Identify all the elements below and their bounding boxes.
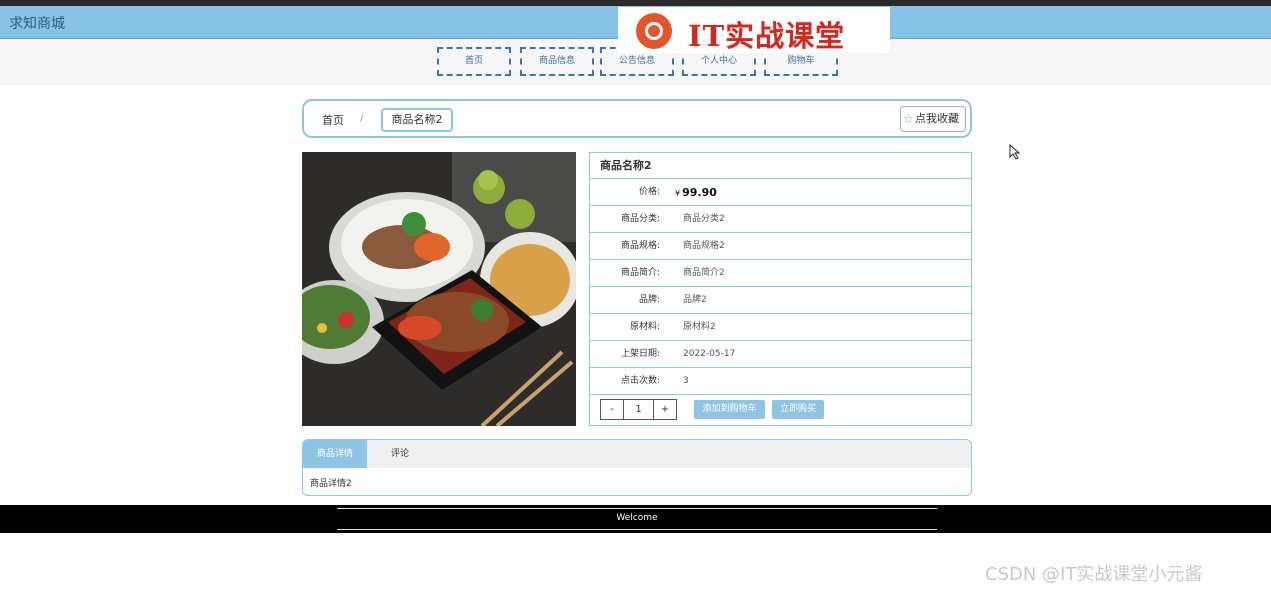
breadcrumb-current: 商品名称2 (381, 108, 453, 132)
info-row: 品牌: 品牌2 (590, 287, 971, 314)
quantity-input[interactable]: 1 (624, 400, 653, 419)
detail-tabs: 商品详情 评论 商品详情2 (302, 439, 972, 496)
info-label: 商品分类: (620, 214, 660, 224)
tab-content: 商品详情2 (310, 479, 352, 489)
breadcrumb-separator: / (360, 113, 364, 124)
quantity-decrease-button[interactable]: - (601, 400, 624, 419)
info-row: 上架日期: 2022-05-17 (590, 341, 971, 368)
site-title[interactable]: 求知商城 (9, 13, 65, 33)
info-value: 原材料2 (683, 322, 716, 332)
info-label: 商品规格: (620, 241, 660, 251)
info-row: 点击次数: 3 (590, 368, 971, 395)
mouse-cursor-icon (1009, 144, 1021, 160)
add-to-cart-button[interactable]: 添加到购物车 (694, 400, 765, 419)
info-label: 上架日期: (620, 349, 660, 359)
star-icon: ☆ (903, 112, 914, 126)
price-row: 价格: ¥99.90 (590, 179, 971, 206)
price-amount: 99.90 (682, 186, 717, 199)
product-info-table: 商品名称2 价格: ¥99.90 商品分类: 商品分类2 商品规格: 商品规格2… (589, 152, 972, 426)
info-label: 原材料: (629, 322, 660, 332)
footer-divider (337, 529, 937, 530)
product-title: 商品名称2 (590, 153, 971, 179)
info-row: 商品分类: 商品分类2 (590, 206, 971, 233)
info-value: 商品规格2 (683, 241, 725, 251)
tab-comments[interactable]: 评论 (391, 440, 409, 468)
product-image (302, 152, 576, 426)
nav-item-products[interactable]: 商品信息 (520, 47, 594, 76)
quantity-stepper: - 1 + (600, 399, 677, 420)
csdn-watermark: CSDN @IT实战课堂小元酱 (985, 564, 1203, 585)
buy-now-button[interactable]: 立即购买 (772, 400, 824, 419)
info-label: 商品简介: (620, 268, 660, 278)
currency-symbol: ¥ (675, 189, 681, 198)
favorite-label: 点我收藏 (915, 112, 959, 125)
favorite-button[interactable]: ☆ 点我收藏 (900, 106, 966, 132)
breadcrumb-home[interactable]: 首页 (322, 112, 344, 128)
info-row: 原材料: 原材料2 (590, 314, 971, 341)
tabs-bar: 商品详情 评论 (303, 440, 971, 468)
info-value: 2022-05-17 (683, 349, 736, 359)
footer-divider (337, 508, 937, 509)
tab-product-details[interactable]: 商品详情 (303, 440, 367, 468)
quantity-increase-button[interactable]: + (653, 400, 676, 419)
footer: Welcome (0, 505, 1271, 533)
info-row: 商品规格: 商品规格2 (590, 233, 971, 260)
info-value: 商品简介2 (683, 268, 725, 278)
info-label: 品牌: (638, 295, 660, 305)
nav-item-home[interactable]: 首页 (437, 47, 511, 76)
brand-text: IT实战课堂 (688, 19, 846, 53)
info-value: 品牌2 (683, 295, 707, 305)
info-value: 3 (683, 376, 689, 386)
info-label: 点击次数: (620, 376, 660, 386)
price-value: ¥99.90 (675, 179, 717, 207)
price-label: 价格: (638, 187, 660, 197)
brand-watermark-logo: IT实战课堂 (618, 7, 890, 53)
breadcrumb: 首页 / 商品名称2 ☆ 点我收藏 (302, 99, 972, 138)
info-row: 商品简介: 商品简介2 (590, 260, 971, 287)
quantity-row: - 1 + 添加到购物车 立即购买 (590, 396, 971, 424)
brand-logo-icon (636, 13, 672, 49)
footer-text: Welcome (616, 513, 658, 523)
info-value: 商品分类2 (683, 214, 725, 224)
